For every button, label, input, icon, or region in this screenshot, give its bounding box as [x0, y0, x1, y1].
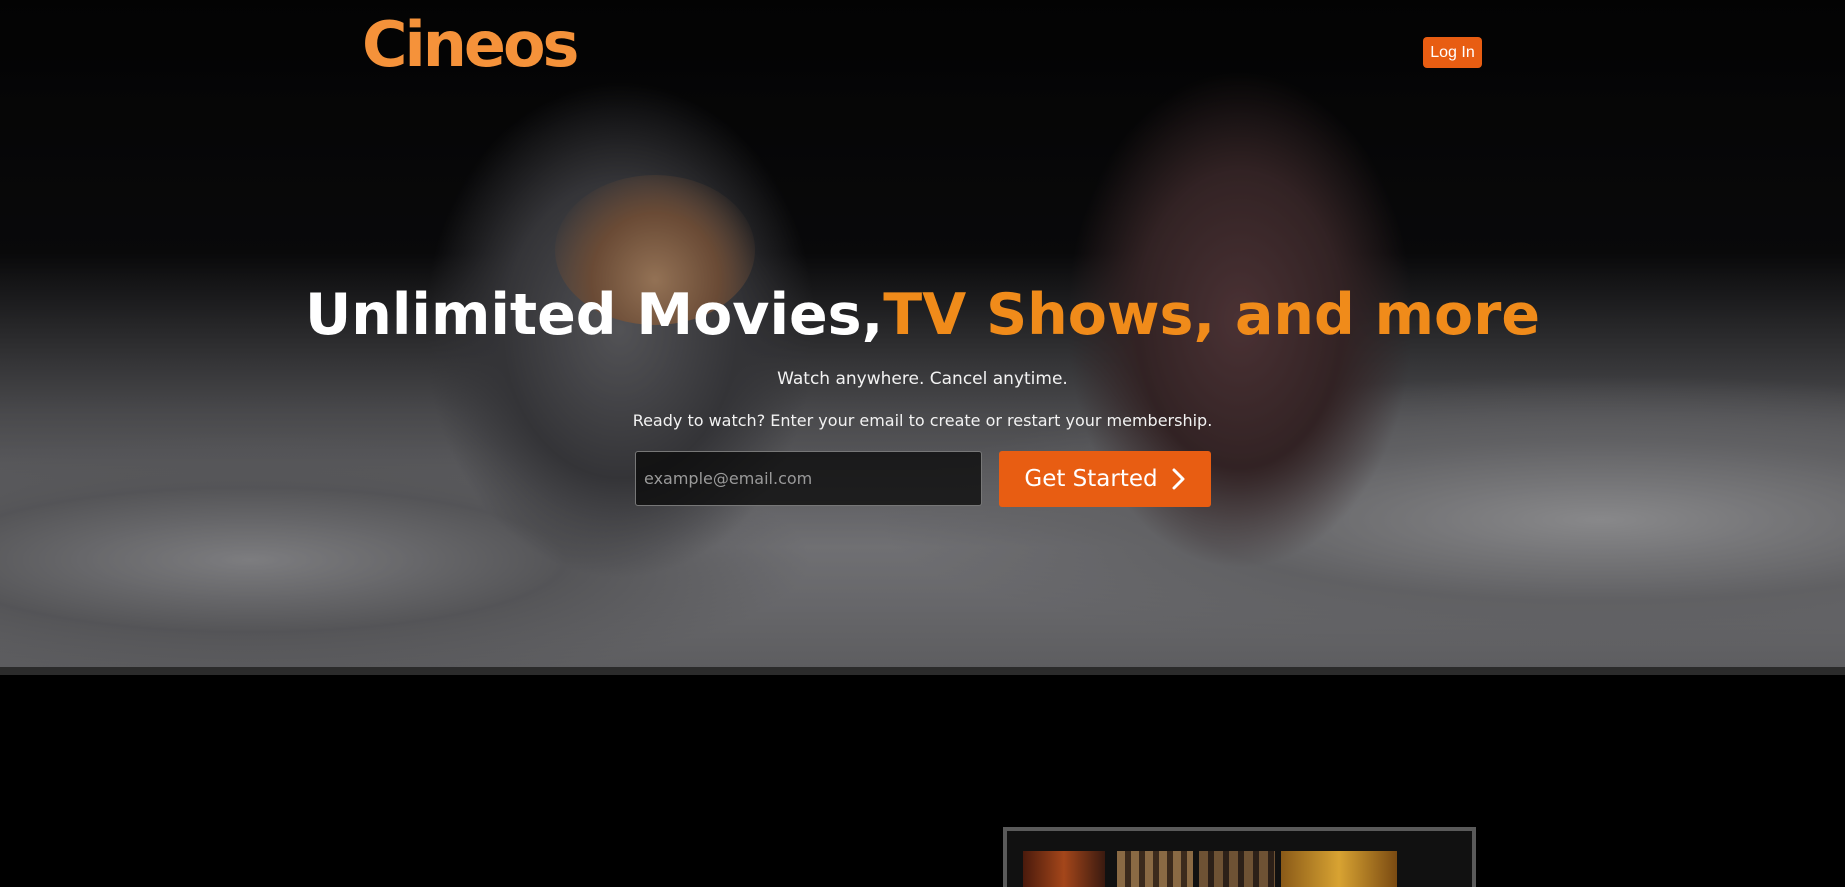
hero-section: Cineos Log In Unlimited Movies,TV Shows,… — [0, 0, 1845, 667]
get-started-button[interactable]: Get Started — [999, 451, 1211, 507]
section-divider — [0, 667, 1845, 675]
preview-thumbnail — [1117, 851, 1193, 887]
login-button[interactable]: Log In — [1423, 37, 1482, 68]
email-input[interactable] — [635, 451, 982, 506]
cta-text: Ready to watch? Enter your email to crea… — [632, 411, 1213, 430]
preview-thumbnail — [1023, 851, 1105, 887]
hero-headline: Unlimited Movies,TV Shows, and more — [0, 282, 1845, 349]
site-logo[interactable]: Cineos — [362, 14, 579, 76]
tv-preview-frame — [1003, 827, 1476, 887]
get-started-label: Get Started — [1024, 466, 1158, 492]
preview-thumbnail — [1281, 851, 1397, 887]
headline-white-part: Unlimited Movies, — [305, 282, 884, 348]
hero-subline: Watch anywhere. Cancel anytime. — [777, 369, 1068, 389]
preview-thumbnail — [1199, 851, 1275, 887]
headline-orange-part: TV Shows, and more — [883, 282, 1540, 348]
chevron-right-icon — [1172, 468, 1185, 490]
